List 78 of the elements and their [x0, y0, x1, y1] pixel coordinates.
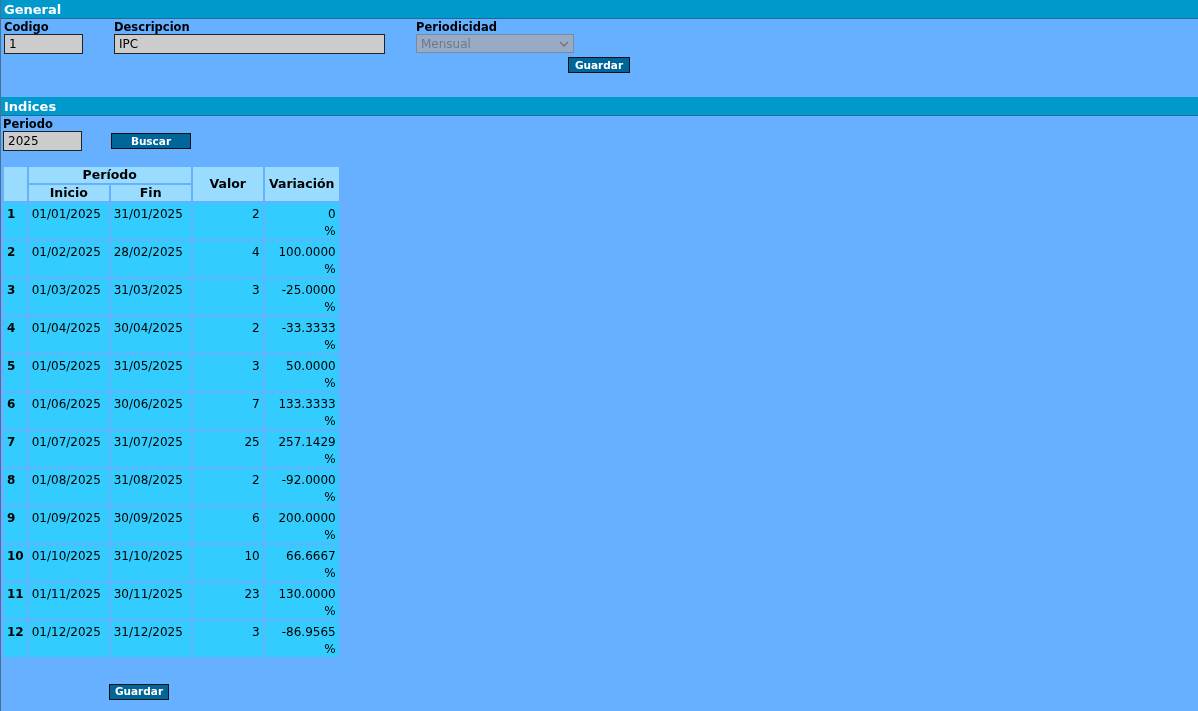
table-cell: 6 [192, 507, 263, 543]
row-number: 2 [4, 241, 27, 277]
table-cell: 31/07/2025 [110, 431, 191, 467]
row-number: 6 [4, 393, 27, 429]
table-cell: 30/06/2025 [110, 393, 191, 429]
row-number: 4 [4, 317, 27, 353]
table-cell: 01/10/2025 [28, 545, 109, 581]
field-label: Periodo [3, 118, 54, 131]
table-cell: 3 [192, 621, 263, 657]
table-cell: 01/12/2025 [28, 621, 109, 657]
table-cell: 01/04/2025 [28, 317, 109, 353]
table-cell: 50.0000 % [264, 355, 339, 391]
table-cell: 2 [192, 317, 263, 353]
row-number: 8 [4, 469, 27, 505]
table-cell: 31/03/2025 [110, 279, 191, 315]
table-cell: 01/09/2025 [28, 507, 109, 543]
table-cell: 31/08/2025 [110, 469, 191, 505]
table-cell: -86.9565 % [264, 621, 339, 657]
table-cell: 2 [192, 469, 263, 505]
table-cell: 3 [192, 279, 263, 315]
period-field[interactable]: 2025 [3, 131, 82, 151]
row-number: 7 [4, 431, 27, 467]
field-label: Periodicidad [416, 21, 498, 34]
text-field[interactable]: IPC [114, 34, 385, 54]
table-cell: 133.3333 % [264, 393, 339, 429]
table-cell: 28/02/2025 [110, 241, 191, 277]
table-cell: 01/02/2025 [28, 241, 109, 277]
table-cell: 3 [192, 355, 263, 391]
table-cell: 30/11/2025 [110, 583, 191, 619]
row-number: 3 [4, 279, 27, 315]
row-number: 1 [4, 203, 27, 239]
table-cell: 10 [192, 545, 263, 581]
section-title: Indices [1, 97, 1198, 116]
table-cell: 01/07/2025 [28, 431, 109, 467]
save-button[interactable]: Guardar [568, 57, 630, 73]
table-cell: 25 [192, 431, 263, 467]
table-cell: 100.0000 % [264, 241, 339, 277]
search-button[interactable]: Buscar [111, 133, 191, 149]
column-header: Valor [192, 167, 263, 201]
table-cell: 01/05/2025 [28, 355, 109, 391]
save-button[interactable]: Guardar [109, 683, 169, 700]
section-title: General [1, 0, 1198, 19]
table-cell: 01/03/2025 [28, 279, 109, 315]
table-cell: 130.0000 % [264, 583, 339, 619]
table-cell: 257.1429 % [264, 431, 339, 467]
table-cell: -25.0000 % [264, 279, 339, 315]
table-cell: 31/10/2025 [110, 545, 191, 581]
table-cell: 0 % [264, 203, 339, 239]
table-cell: 23 [192, 583, 263, 619]
table-cell: 2 [192, 203, 263, 239]
field-label: Codigo [4, 21, 50, 34]
table-cell: 01/01/2025 [28, 203, 109, 239]
row-number: 5 [4, 355, 27, 391]
table-cell: 200.0000 % [264, 507, 339, 543]
row-number: 11 [4, 583, 27, 619]
table-cell: -92.0000 % [264, 469, 339, 505]
field-label: Descripcion [114, 21, 191, 34]
column-header: Fin [110, 185, 191, 201]
table-cell: -33.3333 % [264, 317, 339, 353]
table-cell: 01/11/2025 [28, 583, 109, 619]
table-cell: 4 [192, 241, 263, 277]
row-number: 9 [4, 507, 27, 543]
column-header: Período [28, 167, 191, 183]
table-cell: 7 [192, 393, 263, 429]
table-cell: 30/04/2025 [110, 317, 191, 353]
table-cell: 31/05/2025 [110, 355, 191, 391]
table-cell: 66.6667 % [264, 545, 339, 581]
row-number: 10 [4, 545, 27, 581]
column-header: Variación [264, 167, 339, 201]
column-header: Inicio [28, 185, 109, 201]
table-cell: 31/12/2025 [110, 621, 191, 657]
table-cell: 01/08/2025 [28, 469, 109, 505]
table-cell: 01/06/2025 [28, 393, 109, 429]
text-field[interactable]: 1 [4, 34, 83, 54]
table-cell: 31/01/2025 [110, 203, 191, 239]
table-cell: 30/09/2025 [110, 507, 191, 543]
row-number: 12 [4, 621, 27, 657]
chevron-down-icon [559, 40, 569, 47]
